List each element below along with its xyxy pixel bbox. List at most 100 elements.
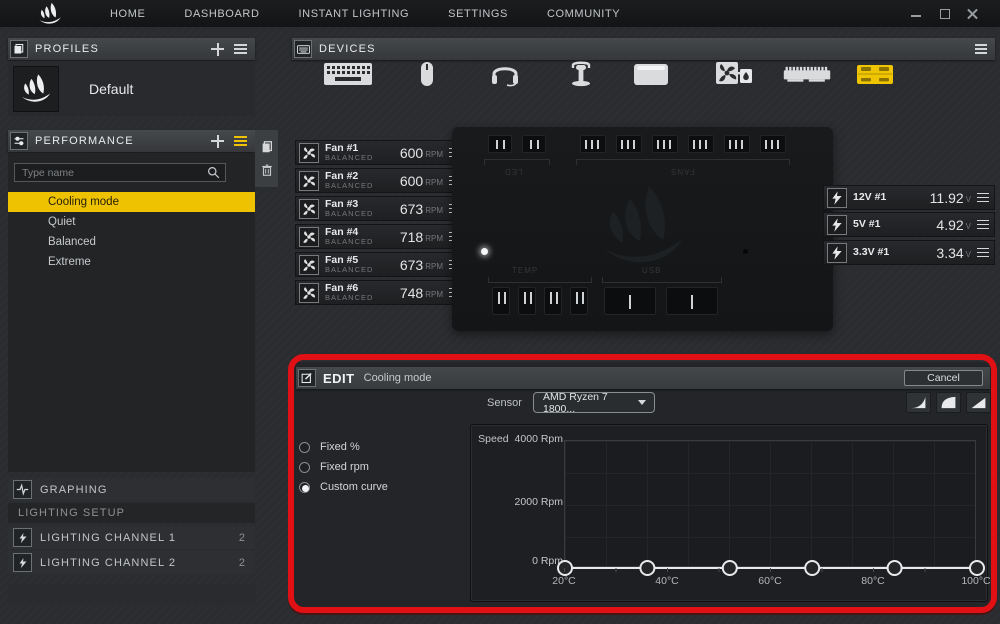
mode-extreme[interactable]: Extreme: [8, 252, 255, 272]
mousepad-icon[interactable]: [626, 61, 676, 87]
sensor-label: Sensor: [487, 397, 522, 409]
fan-rpm-value: 673: [400, 201, 423, 217]
profiles-header: PROFILES: [8, 38, 255, 60]
fan-rpm-unit: RPM: [425, 262, 443, 271]
voltage-menu-icon[interactable]: [977, 224, 989, 226]
fan-curve-line: [565, 441, 977, 568]
voltage-row-12v[interactable]: 12V #1 11.92 V: [823, 185, 995, 210]
voltage-value: 4.92: [936, 217, 963, 233]
chevron-down-icon: [638, 400, 646, 405]
radio-fixed-rpm[interactable]: Fixed rpm: [299, 457, 388, 477]
board-led-label: LED: [504, 167, 523, 176]
edit-title: EDIT: [323, 371, 355, 386]
chart-plot-area[interactable]: [564, 440, 976, 567]
fan-mode: BALANCED: [325, 210, 373, 218]
curve-preset-buttons: [906, 392, 991, 413]
radio-fixed-percent[interactable]: Fixed %: [299, 437, 388, 457]
lightning-icon: [827, 188, 847, 208]
sidebar-empty-row: [8, 584, 255, 605]
curve-preset-convex-icon[interactable]: [936, 392, 961, 413]
fan-mode: BALANCED: [325, 238, 373, 246]
headset-stand-icon[interactable]: [556, 61, 606, 87]
titlebar: HOME DASHBOARD INSTANT LIGHTING SETTINGS…: [0, 0, 1000, 27]
fan-mode: BALANCED: [325, 294, 373, 302]
fan-icon: [299, 255, 319, 275]
fan-row-1[interactable]: Fan #1BALANCED 600 RPM: [295, 140, 467, 165]
voltage-menu-icon[interactable]: [977, 197, 989, 199]
nav-home[interactable]: HOME: [110, 8, 145, 20]
add-profile-button[interactable]: [211, 43, 224, 56]
keyboard-icon[interactable]: [323, 61, 373, 87]
commander-pro-icon[interactable]: [850, 61, 900, 87]
sidebar-item-graphing[interactable]: GRAPHING: [8, 478, 255, 501]
curve-preset-concave-icon[interactable]: [906, 392, 931, 413]
sidebar-item-lighting-channel-1[interactable]: LIGHTING CHANNEL 1 2: [8, 526, 255, 549]
voltage-unit: V: [966, 250, 971, 259]
lighting-setup-label: LIGHTING SETUP: [18, 507, 125, 519]
voltage-row-5v[interactable]: 5V #1 4.92 V: [823, 212, 995, 237]
voltage-menu-icon[interactable]: [977, 252, 989, 254]
trash-icon[interactable]: [260, 163, 274, 177]
fan-row-5[interactable]: Fan #5BALANCED 673 RPM: [295, 252, 467, 277]
graphing-label: GRAPHING: [40, 484, 107, 496]
nav-community[interactable]: COMMUNITY: [547, 8, 620, 20]
headset-icon[interactable]: [480, 61, 530, 87]
voltage-row-3v3[interactable]: 3.3V #1 3.34 V: [823, 240, 995, 265]
add-performance-mode-button[interactable]: [211, 135, 224, 148]
nav-settings[interactable]: SETTINGS: [448, 8, 508, 20]
copy-icon[interactable]: [260, 140, 274, 154]
performance-header: PERFORMANCE: [8, 130, 255, 152]
ram-icon[interactable]: [782, 61, 832, 87]
minimize-icon[interactable]: [911, 8, 922, 19]
liquid-cooler-icon[interactable]: [707, 61, 757, 87]
fan-rpm-value: 600: [400, 173, 423, 189]
search-input[interactable]: [15, 167, 207, 179]
radio-label: Custom curve: [320, 481, 388, 493]
graphing-icon: [13, 480, 32, 499]
fan-row-3[interactable]: Fan #3BALANCED 673 RPM: [295, 196, 467, 221]
devices-header: DEVICES: [292, 38, 995, 60]
sensor-dropdown[interactable]: AMD Ryzen 7 1800...: [533, 392, 655, 413]
edit-header: EDIT Cooling mode Cancel: [296, 367, 990, 389]
lightning-icon: [13, 528, 32, 547]
voltage-unit: V: [966, 222, 971, 231]
fan-row-2[interactable]: Fan #2BALANCED 600 RPM: [295, 168, 467, 193]
close-icon[interactable]: [967, 8, 978, 19]
edit-icon: [298, 369, 316, 387]
mode-quiet[interactable]: Quiet: [8, 212, 255, 232]
chart-ytick-4000: 4000 Rpm: [515, 433, 563, 445]
fan-rpm-unit: RPM: [425, 290, 443, 299]
voltage-value: 11.92: [930, 190, 964, 206]
chart-xtick-80: 80°C: [851, 575, 895, 587]
profile-row[interactable]: Default: [8, 61, 255, 116]
profiles-icon: [10, 40, 28, 58]
mouse-icon[interactable]: [402, 61, 452, 87]
performance-title: PERFORMANCE: [35, 135, 134, 147]
devices-title: DEVICES: [319, 43, 376, 55]
search-icon: [207, 166, 220, 179]
devices-menu-icon[interactable]: [975, 48, 987, 50]
maximize-icon[interactable]: [939, 8, 950, 19]
profiles-menu-icon[interactable]: [234, 48, 247, 50]
lightning-icon: [13, 553, 32, 572]
fan-row-4[interactable]: Fan #4BALANCED 718 RPM: [295, 224, 467, 249]
radio-custom-curve[interactable]: Custom curve: [299, 477, 388, 497]
nav-instant-lighting[interactable]: INSTANT LIGHTING: [299, 8, 410, 20]
sidebar-section-lighting-setup: LIGHTING SETUP: [8, 503, 255, 523]
voltage-unit: V: [966, 195, 971, 204]
performance-menu-icon[interactable]: [234, 140, 247, 142]
fan-rpm-unit: RPM: [425, 150, 443, 159]
chart-x-ticks: [564, 568, 976, 572]
chart-xtick-100: 100°C: [954, 575, 998, 587]
mode-cooling[interactable]: Cooling mode: [8, 192, 255, 212]
sidebar-item-lighting-channel-2[interactable]: LIGHTING CHANNEL 2 2: [8, 551, 255, 574]
fan-row-6[interactable]: Fan #6BALANCED 748 RPM: [295, 280, 467, 305]
performance-mode-list: Cooling mode Quiet Balanced Extreme: [8, 192, 255, 272]
nav-dashboard[interactable]: DASHBOARD: [184, 8, 259, 20]
mode-balanced[interactable]: Balanced: [8, 232, 255, 252]
curve-preset-linear-icon[interactable]: [966, 392, 991, 413]
channel-2-count: 2: [239, 557, 245, 569]
edit-subtitle: Cooling mode: [364, 372, 432, 384]
device-strip: [292, 60, 995, 88]
cancel-button[interactable]: Cancel: [904, 370, 983, 386]
